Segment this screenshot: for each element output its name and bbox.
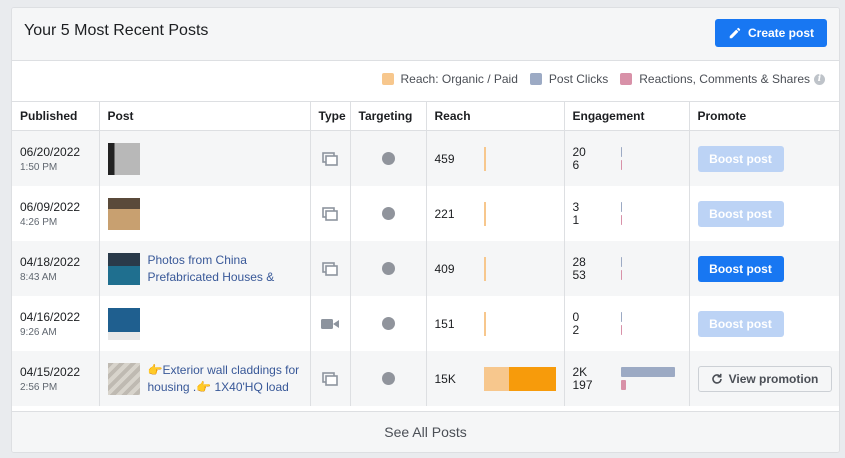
post-clicks-value: 2K [572,364,588,379]
photo-type-icon [319,206,342,221]
view-promotion-button[interactable]: View promotion [697,365,832,392]
table-row[interactable]: 04/18/2022 8:43 AM Photos from China Pref… [12,241,839,296]
boost-post-button[interactable]: Boost post [697,255,784,282]
published-date: 04/15/2022 [20,364,81,379]
reach-value: 15K [434,371,456,386]
reach-value: 151 [434,316,455,331]
table-header-row: Published Post Type Targeting Reach Enga… [12,101,839,131]
post-thumbnail[interactable] [107,252,140,285]
photo-type-icon [319,261,342,276]
see-all-posts-link[interactable]: See All Posts [12,411,839,452]
pencil-icon [729,27,741,39]
card-title: Your 5 Most Recent Posts [24,22,209,39]
legend-label-reactions: Reactions, Comments & Shares [639,72,810,86]
col-targeting[interactable]: Targeting [350,101,427,131]
published-time: 1:50 PM [20,161,58,173]
legend-label-reach: Reach: Organic / Paid [400,72,518,86]
col-reach[interactable]: Reach [426,101,565,131]
reach-bar [483,201,556,227]
create-post-button[interactable]: Create post [715,19,827,47]
card-header: Your 5 Most Recent Posts Create post [12,8,839,61]
recent-posts-card: Your 5 Most Recent Posts Create post Rea… [11,7,840,453]
col-post[interactable]: Post [99,101,311,131]
published-time: 2:56 PM [20,381,58,393]
reach-bar [483,366,556,392]
published-date: 04/16/2022 [20,309,81,324]
reactions-value: 197 [572,377,593,392]
clicks-bar [620,257,622,267]
clicks-bar [620,202,622,212]
table-row[interactable]: 04/16/2022 9:26 AM 151 02 Boost post [12,296,839,351]
legend-item-reach: Reach: Organic / Paid [381,72,518,86]
posts-table: Published Post Type Targeting Reach Enga… [12,101,839,406]
view-promotion-label: View promotion [728,371,819,386]
reach-organic-segment [483,366,509,391]
reactions-bar [620,160,622,170]
photo-type-icon [319,371,342,386]
boost-post-button[interactable]: Boost post [697,310,784,337]
boost-post-button[interactable]: Boost post [697,200,784,227]
photo-type-icon [319,151,342,166]
col-engagement[interactable]: Engagement [564,101,690,131]
reactions-value: 2 [572,322,580,337]
published-date: 06/09/2022 [20,199,81,214]
col-type[interactable]: Type [310,101,351,131]
clicks-bar [620,147,622,157]
post-thumbnail[interactable] [107,307,140,340]
reactions-value: 1 [572,212,580,227]
reach-bar [483,146,556,172]
legend-swatch-reactions [620,73,633,85]
legend-item-clicks: Post Clicks [529,72,609,86]
legend-label-clicks: Post Clicks [548,72,609,86]
clicks-bar [620,312,622,322]
reactions-bar [620,380,626,390]
legend-item-reactions: Reactions, Comments & Shares i [620,72,825,86]
post-thumbnail[interactable] [107,142,140,175]
reach-bar [483,311,556,337]
boost-post-button[interactable]: Boost post [697,145,784,172]
globe-icon [381,317,395,330]
col-promote[interactable]: Promote [689,101,839,131]
table-row[interactable]: 06/09/2022 4:26 PM 221 31 Boost post [12,186,839,241]
legend-swatch-clicks [529,73,542,85]
reactions-bar [620,325,622,335]
clicks-bar [620,367,675,377]
reactions-bar [620,270,622,280]
globe-icon [381,372,395,385]
col-published[interactable]: Published [12,101,100,131]
table-row[interactable]: 04/15/2022 2:56 PM 👉Exterior wall claddin… [12,351,839,406]
reactions-bar [620,215,622,225]
create-post-label: Create post [747,26,815,40]
post-clicks-value: 20 [572,144,586,159]
globe-icon [381,152,395,165]
reach-value: 221 [434,206,455,221]
published-date: 06/20/2022 [20,144,81,159]
reactions-value: 6 [572,157,580,172]
chart-legend: Reach: Organic / Paid Post Clicks Reacti… [370,72,825,86]
reactions-value: 53 [572,267,586,282]
published-time: 8:43 AM [20,271,57,283]
post-thumbnail[interactable] [107,197,140,230]
published-time: 9:26 AM [20,326,57,338]
globe-icon [381,207,395,220]
legend-swatch-reach [381,73,394,85]
post-text[interactable]: 👉Exterior wall claddings for housing .👉 … [148,362,302,396]
reach-value: 459 [434,151,455,166]
video-type-icon [319,318,342,330]
published-time: 4:26 PM [20,216,58,228]
post-clicks-value: 0 [572,309,580,324]
reach-paid-segment [508,366,556,391]
info-icon[interactable]: i [814,73,825,85]
post-text[interactable]: Photos from China Prefabricated Houses & [148,252,302,286]
post-clicks-value: 3 [572,199,580,214]
published-date: 04/18/2022 [20,254,81,269]
reach-bar [483,256,556,282]
post-thumbnail[interactable] [107,362,140,395]
globe-icon [381,262,395,275]
table-row[interactable]: 06/20/2022 1:50 PM 459 20 6 Boost post [12,130,839,186]
refresh-icon [711,373,722,384]
reach-value: 409 [434,261,455,276]
post-clicks-value: 28 [572,254,586,269]
